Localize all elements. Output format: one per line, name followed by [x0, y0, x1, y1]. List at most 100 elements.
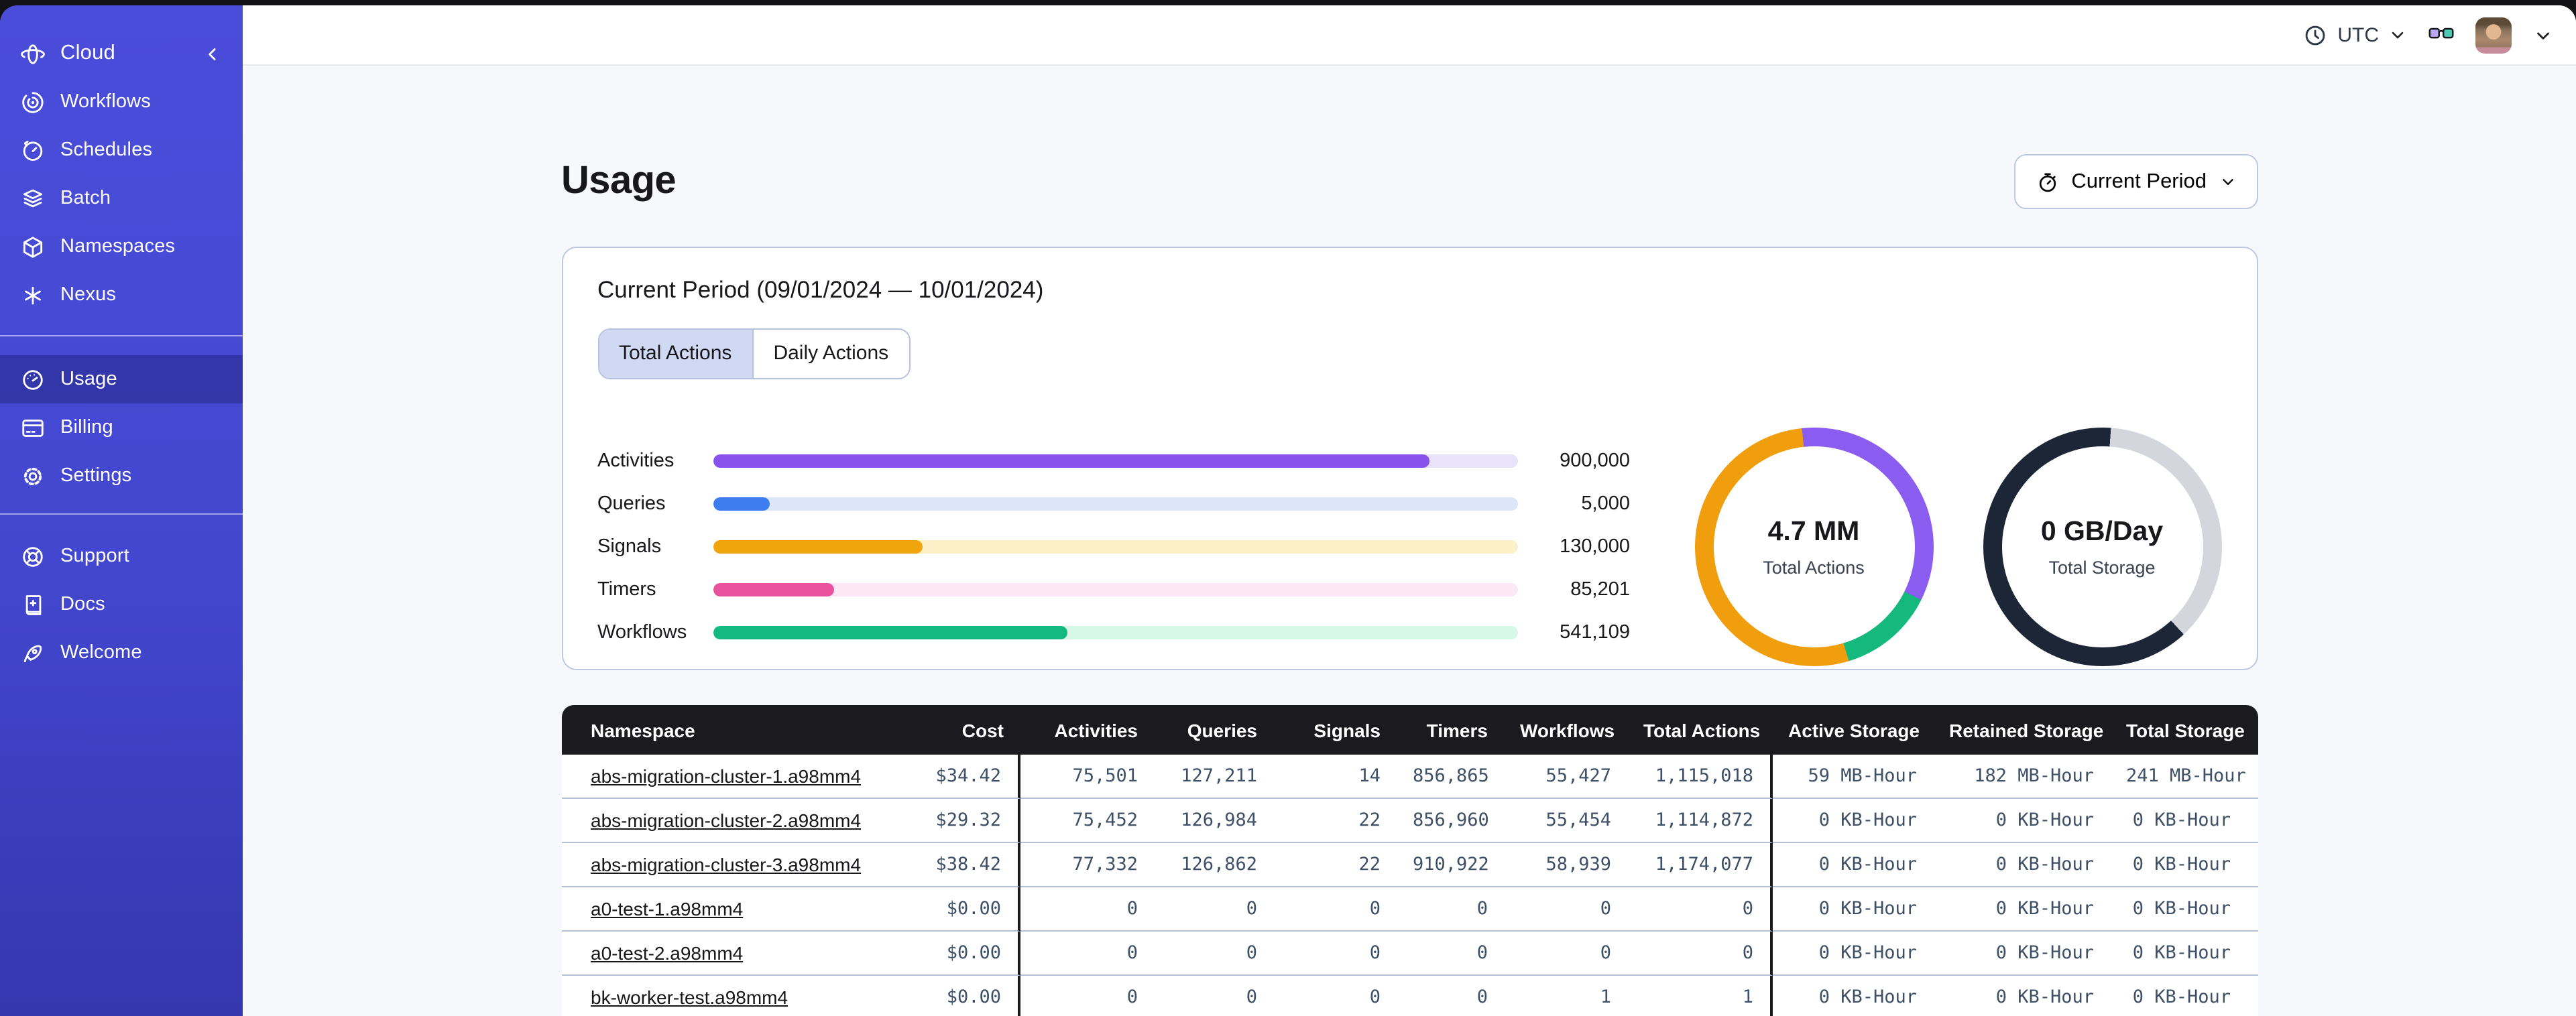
cell-cost: $0.00 — [898, 976, 1020, 1016]
sidebar-item-support[interactable]: Support — [0, 532, 243, 580]
column-header-total_actions: Total Actions — [1627, 705, 1772, 755]
table-row: abs-migration-cluster-3.a98mm4 $38.42 77,3… — [561, 843, 2258, 887]
cell-queries: 126,862 — [1154, 843, 1273, 887]
main-area: UTC Usage Current Period Current Period … — [243, 5, 2576, 1016]
settings-icon — [20, 463, 46, 489]
timezone-selector[interactable]: UTC — [2302, 22, 2407, 48]
user-menu-chevron-down-icon[interactable] — [2533, 25, 2553, 45]
cell-retained_storage: 0 KB-Hour — [1933, 843, 2110, 887]
cell-cost: $0.00 — [898, 932, 1020, 976]
namespace-link[interactable]: a0-test-1.a98mm4 — [591, 898, 743, 919]
cell-total_storage: 0 KB-Hour — [2110, 887, 2258, 932]
donut-center: 4.7 MM Total Actions — [1694, 428, 1933, 666]
namespace-link[interactable]: abs-migration-cluster-2.a98mm4 — [591, 810, 861, 831]
sidebar-item-label: Billing — [60, 417, 113, 438]
cell-signals: 0 — [1273, 976, 1397, 1016]
cell-workflows: 55,427 — [1504, 755, 1627, 799]
tab-total-actions[interactable]: Total Actions — [599, 330, 752, 378]
sidebar-item-docs[interactable]: Docs — [0, 580, 243, 629]
cell-namespace: bk-worker-test.a98mm4 — [561, 976, 898, 1016]
nexus-icon — [20, 282, 46, 308]
donut-center-label: Total Actions — [1763, 558, 1865, 578]
cell-retained_storage: 0 KB-Hour — [1933, 932, 2110, 976]
column-header-signals: Signals — [1273, 705, 1397, 755]
sidebar-item-billing[interactable]: Billing — [0, 403, 243, 452]
column-header-total_storage: Total Storage — [2110, 705, 2258, 755]
cell-signals: 22 — [1273, 799, 1397, 843]
cell-namespace: abs-migration-cluster-1.a98mm4 — [561, 755, 898, 799]
bar-label: Timers — [597, 579, 656, 600]
usage-bar-row-signals: Signals 130,000 — [597, 525, 1630, 568]
usage-bar-row-activities: Activities 900,000 — [597, 440, 1630, 483]
table-header-row: Namespace Cost Activities Queries Signals Tim… — [561, 705, 2258, 755]
cell-total_actions: 1,174,077 — [1627, 843, 1772, 887]
cell-total_storage: 241 MB-Hour — [2110, 755, 2258, 799]
column-header-namespace: Namespace — [561, 705, 898, 755]
sidebar-item-workflows[interactable]: Workflows — [0, 78, 243, 126]
cell-namespace: a0-test-2.a98mm4 — [561, 932, 898, 976]
sidebar-item-cloud[interactable]: Cloud — [0, 29, 243, 78]
sidebar-item-settings[interactable]: Settings — [0, 452, 243, 500]
cell-cost: $0.00 — [898, 887, 1020, 932]
cell-queries: 126,984 — [1154, 799, 1273, 843]
docs-icon — [20, 592, 46, 617]
chevron-left-icon — [202, 44, 223, 64]
topbar: UTC — [243, 5, 2576, 66]
donut-center: 0 GB/Day Total Storage — [1983, 428, 2221, 666]
cell-active_storage: 59 MB-Hour — [1772, 755, 1933, 799]
sidebar-group: Usage Billing Settings — [0, 335, 243, 500]
cell-retained_storage: 0 KB-Hour — [1933, 887, 2110, 932]
cell-retained_storage: 0 KB-Hour — [1933, 799, 2110, 843]
cell-total_storage: 0 KB-Hour — [2110, 976, 2258, 1016]
actions-bar-chart: Activities 900,000 Queries 5,000 Signals 130,… — [597, 428, 1630, 654]
column-header-activities: Activities — [1020, 705, 1154, 755]
sidebar-item-label: Batch — [60, 188, 111, 209]
cell-total_actions: 1 — [1627, 976, 1772, 1016]
namespace-link[interactable]: abs-migration-cluster-3.a98mm4 — [591, 854, 861, 875]
sidebar-item-label: Settings — [60, 465, 132, 487]
schedules-icon — [20, 137, 46, 163]
cell-active_storage: 0 KB-Hour — [1772, 799, 1933, 843]
summary-donuts: 4.7 MM Total Actions 0 GB/Day Total Storage — [1694, 428, 2221, 666]
welcome-icon — [20, 640, 46, 665]
usage-bar-row-workflows: Workflows 541,109 — [597, 611, 1630, 654]
sidebar-item-welcome[interactable]: Welcome — [0, 629, 243, 677]
sidebar-item-usage[interactable]: Usage — [0, 355, 243, 403]
namespace-link[interactable]: a0-test-2.a98mm4 — [591, 942, 743, 964]
donut-center-value: 4.7 MM — [1767, 516, 1860, 547]
donut-total-actions: 4.7 MM Total Actions — [1694, 428, 1933, 666]
sidebar-item-label: Docs — [60, 594, 105, 615]
cell-timers: 0 — [1397, 887, 1504, 932]
bar-label: Activities — [597, 450, 675, 472]
period-dropdown-button[interactable]: Current Period — [2013, 154, 2258, 209]
tab-daily-actions[interactable]: Daily Actions — [752, 330, 909, 378]
column-header-queries: Queries — [1154, 705, 1273, 755]
batch-icon — [20, 186, 46, 211]
cell-namespace: abs-migration-cluster-2.a98mm4 — [561, 799, 898, 843]
cell-total_storage: 0 KB-Hour — [2110, 932, 2258, 976]
column-header-cost: Cost — [898, 705, 1020, 755]
bar-fill — [713, 454, 1429, 468]
namespace-link[interactable]: bk-worker-test.a98mm4 — [591, 987, 788, 1008]
sidebar-item-label: Usage — [60, 369, 117, 390]
avatar[interactable] — [2475, 17, 2512, 53]
sidebar-item-batch[interactable]: Batch — [0, 174, 243, 223]
donut-center-value: 0 GB/Day — [2040, 516, 2164, 547]
workflows-icon — [20, 89, 46, 115]
feedback-glasses-button[interactable] — [2428, 22, 2454, 48]
cell-timers: 910,922 — [1397, 843, 1504, 887]
bar-value: 85,201 — [1570, 579, 1630, 600]
cell-queries: 0 — [1154, 932, 1273, 976]
sidebar-item-label: Cloud — [60, 42, 115, 64]
sidebar-item-namespaces[interactable]: Namespaces — [0, 223, 243, 271]
namespace-link[interactable]: abs-migration-cluster-1.a98mm4 — [591, 765, 861, 787]
cell-queries: 0 — [1154, 976, 1273, 1016]
sidebar-item-nexus[interactable]: Nexus — [0, 271, 243, 319]
bar-label: Queries — [597, 493, 666, 515]
stopwatch-icon — [2035, 170, 2059, 194]
cell-timers: 856,865 — [1397, 755, 1504, 799]
sidebar-item-schedules[interactable]: Schedules — [0, 126, 243, 174]
donut-center-label: Total Storage — [2048, 558, 2156, 578]
sidebar-item-label: Nexus — [60, 284, 117, 306]
cell-cost: $38.42 — [898, 843, 1020, 887]
